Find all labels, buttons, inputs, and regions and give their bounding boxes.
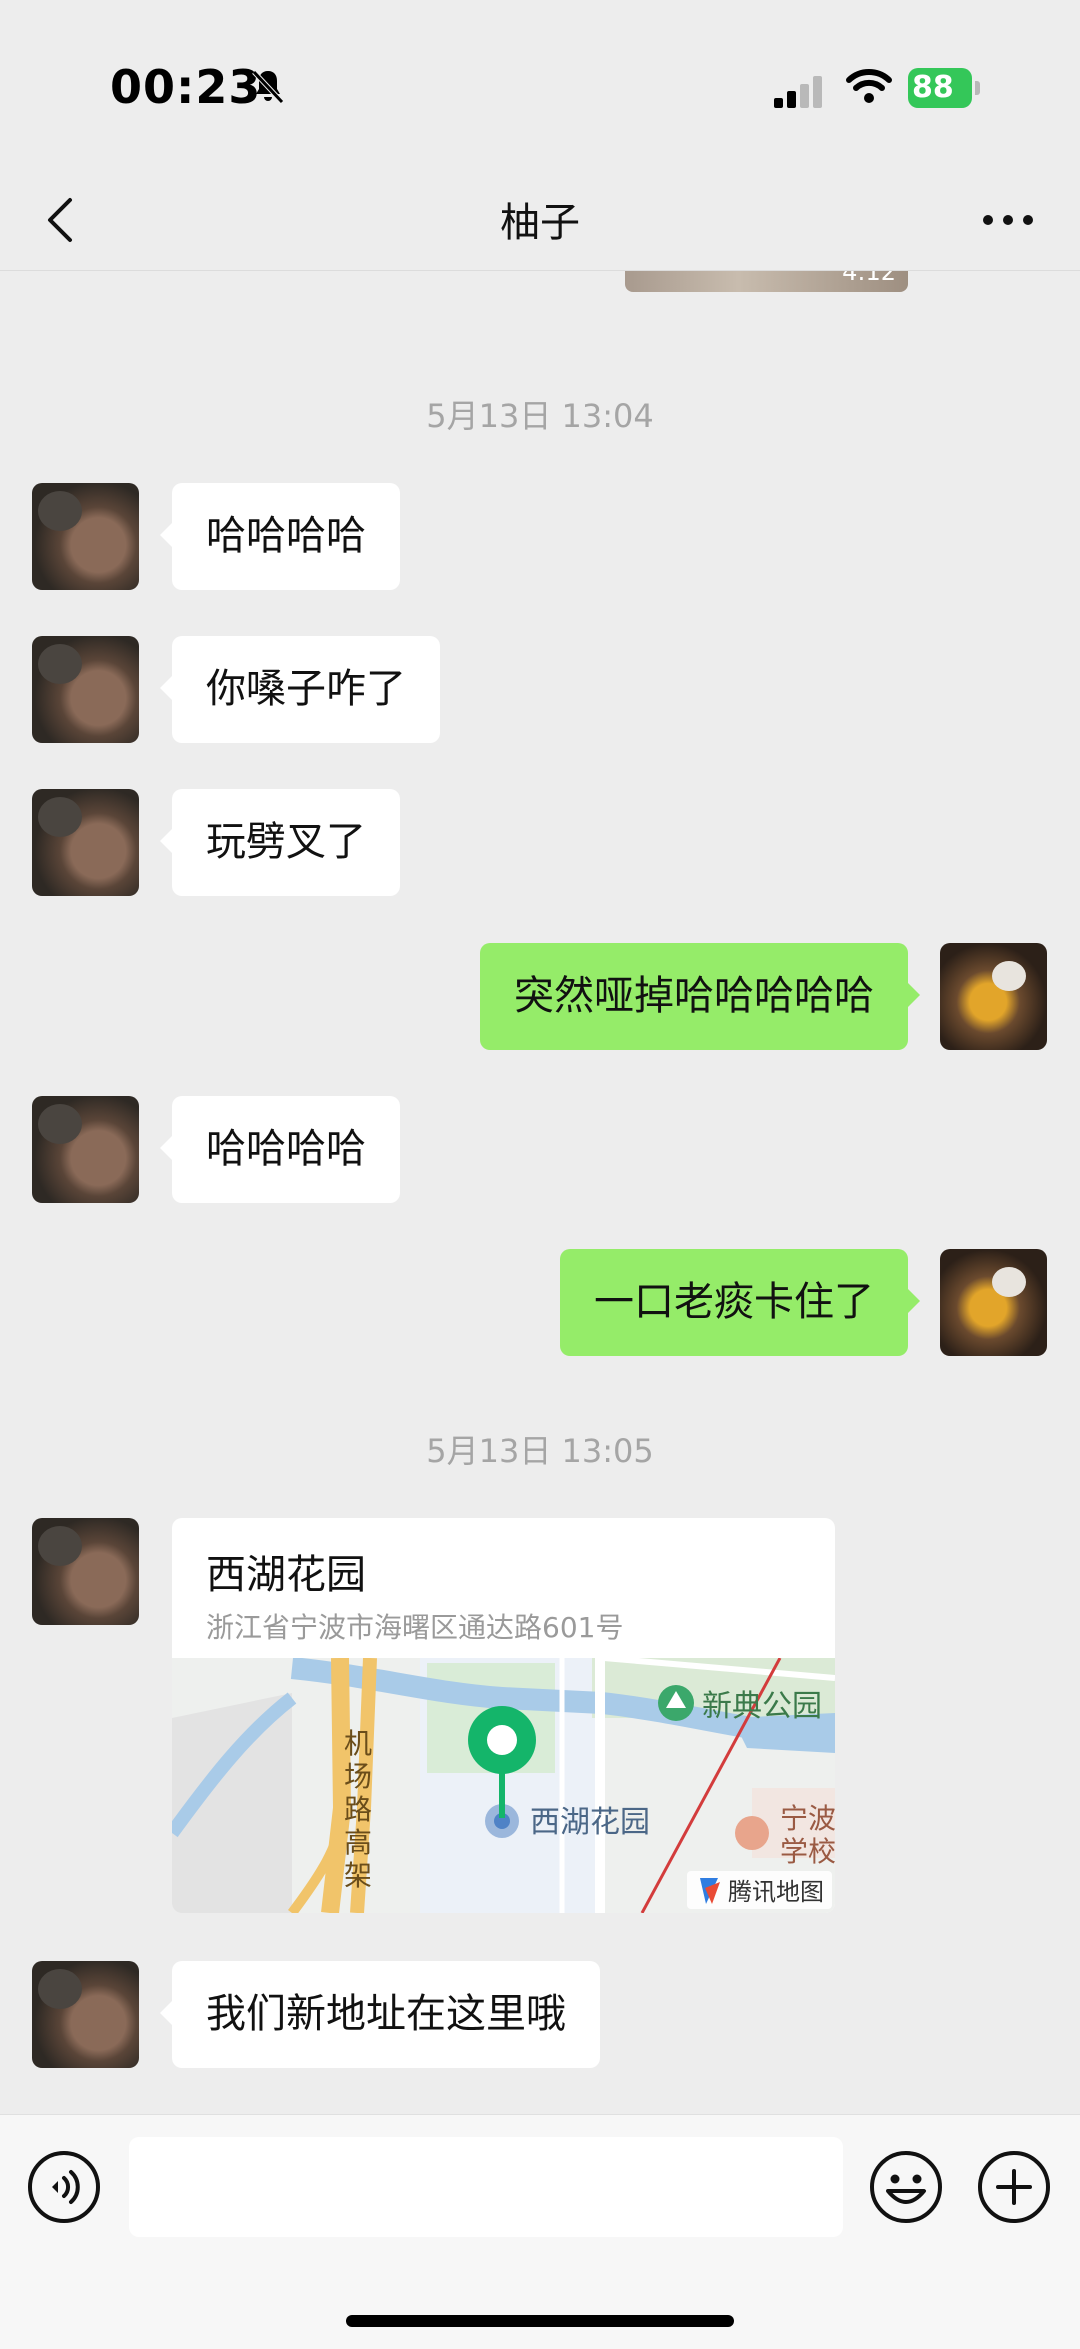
message-input[interactable] bbox=[129, 2137, 843, 2237]
cellular-signal-icon bbox=[774, 76, 822, 108]
incoming-message[interactable]: 我们新地址在这里哦 bbox=[160, 1961, 600, 2068]
battery-icon: 88 bbox=[908, 68, 982, 108]
contact-avatar[interactable] bbox=[32, 1961, 139, 2068]
svg-text:机: 机 bbox=[344, 1728, 372, 1759]
voice-input-icon[interactable] bbox=[26, 2149, 102, 2225]
incoming-message[interactable]: 你嗓子咋了 bbox=[160, 636, 440, 743]
svg-text:场: 场 bbox=[344, 1761, 372, 1792]
plus-icon[interactable] bbox=[976, 2149, 1052, 2225]
chat-header: 柚子 bbox=[0, 170, 1080, 271]
map-brand-label: 腾讯地图 bbox=[728, 1879, 824, 1906]
timestamp: 5月13日 13:05 bbox=[426, 1432, 654, 1470]
svg-text:高: 高 bbox=[344, 1827, 372, 1858]
battery-level: 88 bbox=[908, 68, 972, 108]
svg-text:宁波: 宁波 bbox=[780, 1803, 835, 1834]
status-bar: 00:23 88 bbox=[0, 0, 1080, 170]
my-avatar[interactable] bbox=[940, 1249, 1047, 1356]
video-duration: 4:12 bbox=[842, 271, 896, 286]
status-time: 00:23 bbox=[110, 60, 262, 114]
location-address: 浙江省宁波市海曙区通达路601号 bbox=[206, 1611, 624, 1644]
location-card[interactable]: 西湖花园 浙江省宁波市海曙区通达路601号 新典公园 机 场 路 高 架 西湖花… bbox=[172, 1518, 835, 1913]
timestamp: 5月13日 13:04 bbox=[426, 397, 654, 435]
location-map: 新典公园 机 场 路 高 架 西湖花园 宁波 学校 腾讯地图 bbox=[172, 1658, 835, 1913]
location-name: 西湖花园 bbox=[206, 1552, 366, 1598]
map-road-label: 机 场 路 高 架 bbox=[344, 1728, 372, 1891]
incoming-message[interactable]: 哈哈哈哈 bbox=[160, 1096, 400, 1203]
outgoing-message[interactable]: 突然哑掉哈哈哈哈哈 bbox=[480, 943, 920, 1050]
emoji-icon[interactable] bbox=[868, 2149, 944, 2225]
contact-avatar[interactable] bbox=[32, 789, 139, 896]
battery-nub bbox=[975, 81, 980, 95]
input-bar bbox=[0, 2114, 1080, 2349]
chat-title: 柚子 bbox=[500, 200, 580, 246]
contact-avatar[interactable] bbox=[32, 636, 139, 743]
my-avatar[interactable] bbox=[940, 943, 1047, 1050]
incoming-message[interactable]: 玩劈叉了 bbox=[160, 789, 400, 896]
more-dots-icon[interactable] bbox=[978, 198, 1038, 242]
svg-text:学校: 学校 bbox=[780, 1836, 835, 1867]
home-indicator[interactable] bbox=[346, 2315, 734, 2327]
video-message[interactable]: 4:12 bbox=[625, 271, 908, 292]
wifi-icon bbox=[846, 69, 892, 103]
map-label-pin: 西湖花园 bbox=[530, 1806, 650, 1839]
incoming-message[interactable]: 哈哈哈哈 bbox=[160, 483, 400, 590]
svg-text:路: 路 bbox=[344, 1794, 372, 1825]
map-label-park: 新典公园 bbox=[702, 1690, 822, 1723]
message-list[interactable]: 4:12 5月13日 13:04 哈哈哈哈 你嗓子咋了 玩劈叉了 突然哑掉哈哈哈… bbox=[0, 271, 1080, 2114]
svg-text:架: 架 bbox=[344, 1860, 372, 1891]
contact-avatar[interactable] bbox=[32, 483, 139, 590]
mute-bell-icon bbox=[252, 70, 284, 104]
outgoing-message[interactable]: 一口老痰卡住了 bbox=[560, 1249, 920, 1356]
contact-avatar[interactable] bbox=[32, 1096, 139, 1203]
contact-avatar[interactable] bbox=[32, 1518, 139, 1625]
